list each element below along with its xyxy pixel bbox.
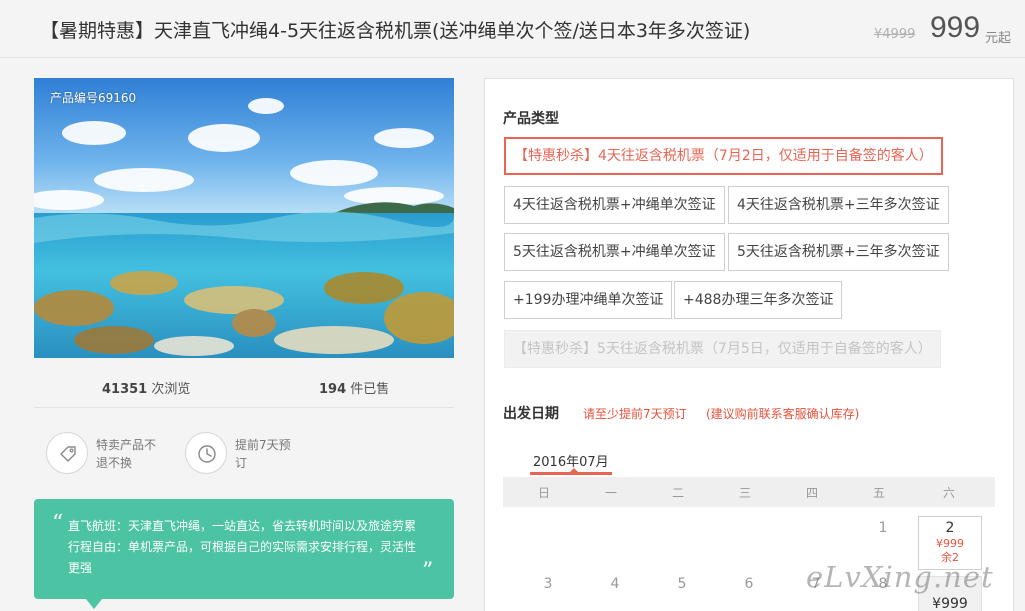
option-addon-okinawa-visa[interactable]: +199办理冲绳单次签证 bbox=[504, 281, 673, 319]
sold-label: 件已售 bbox=[350, 382, 390, 397]
quote-tail bbox=[86, 599, 102, 609]
quote-open-mark: “ bbox=[52, 511, 64, 536]
tag-icon bbox=[46, 432, 88, 474]
weekday-sun: 日 bbox=[537, 486, 550, 500]
weekday-mon: 一 bbox=[604, 486, 617, 500]
clock-icon bbox=[185, 432, 227, 474]
booking-tip: 请至少提前7天预订 bbox=[583, 407, 687, 421]
day-number: 2 bbox=[945, 520, 955, 536]
product-code: 产品编号69160 bbox=[50, 91, 137, 105]
weekday-tue: 二 bbox=[671, 486, 684, 500]
month-indicator bbox=[569, 468, 579, 473]
views-label: 次浏览 bbox=[151, 382, 191, 397]
calendar-day: 3 bbox=[543, 576, 553, 592]
weekday-thu: 四 bbox=[805, 486, 818, 500]
sold-count: 194 bbox=[319, 382, 347, 397]
weekday-header: 日 一 二 三 四 五 六 bbox=[503, 477, 995, 507]
calendar-day: 4 bbox=[610, 576, 620, 592]
views-count: 41351 bbox=[102, 382, 148, 397]
price-unit: 元起 bbox=[985, 31, 1012, 46]
booking-panel: 产品类型 【特惠秒杀】4天往返含税机票（7月2日，仅适用于自备签的客人） 4天往… bbox=[484, 78, 1014, 611]
product-image[interactable]: 产品编号69160 bbox=[34, 78, 454, 358]
option-4day-3year-visa[interactable]: 4天往返含税机票+三年多次签证 bbox=[728, 186, 949, 224]
feature-text: 提前7天预订 bbox=[235, 438, 291, 470]
option-4day-okinawa-visa[interactable]: 4天往返含税机票+冲绳单次签证 bbox=[504, 186, 725, 224]
calendar-day: 1 bbox=[878, 520, 888, 536]
highlights-text: 直飞航班：天津直飞冲绳，一站直达，省去转机时间以及旅途劳累 行程自由：单机票产品… bbox=[68, 519, 417, 575]
product-header: 【暑期特惠】天津直飞冲绳4-5天往返含税机票(送冲绳单次个签/送日本3年多次签证… bbox=[0, 0, 1025, 58]
departure-date-label: 出发日期 bbox=[503, 406, 559, 422]
calendar-day: 6 bbox=[744, 576, 754, 592]
option-5day-3year-visa[interactable]: 5天往返含税机票+三年多次签证 bbox=[728, 233, 949, 271]
day-price: ¥999 bbox=[936, 537, 964, 550]
option-5day-okinawa-visa[interactable]: 5天往返含税机票+冲绳单次签证 bbox=[504, 233, 725, 271]
weekday-sat: 六 bbox=[942, 486, 955, 500]
option-flash-4day[interactable]: 【特惠秒杀】4天往返含税机票（7月2日，仅适用于自备签的客人） bbox=[504, 137, 943, 175]
product-type-label: 产品类型 bbox=[503, 111, 559, 127]
views-stat: 41351 次浏览 bbox=[102, 378, 190, 397]
ocean-scene-illustration bbox=[34, 78, 454, 358]
weekday-fri: 五 bbox=[872, 486, 885, 500]
sale-price: 999 bbox=[930, 11, 981, 44]
sold-stat: 194 件已售 bbox=[319, 378, 389, 397]
feature-text: 特卖产品不退不换 bbox=[96, 438, 157, 470]
quote-close-mark: ” bbox=[422, 559, 434, 584]
site-watermark: eLvXing.net bbox=[806, 560, 994, 594]
option-addon-3year-visa[interactable]: +488办理三年多次签证 bbox=[674, 281, 843, 319]
original-price: ¥4999 bbox=[874, 27, 916, 42]
calendar-day: 5 bbox=[677, 576, 687, 592]
highlights-quote: “ 直飞航班：天津直飞冲绳，一站直达，省去转机时间以及旅途劳累 行程自由：单机票… bbox=[34, 499, 454, 609]
stock-tip: (建议购前联系客服确认库存) bbox=[706, 407, 860, 421]
option-flash-5day: 【特惠秒杀】5天往返含税机票（7月5日，仅适用于自备签的客人） bbox=[504, 330, 941, 368]
product-title: 【暑期特惠】天津直飞冲绳4-5天往返含税机票(送冲绳单次个签/送日本3年多次签证… bbox=[40, 20, 751, 42]
product-stats: 41351 次浏览 194 件已售 bbox=[34, 372, 454, 408]
day-price: ¥999 bbox=[932, 596, 968, 611]
weekday-wed: 三 bbox=[738, 486, 751, 500]
